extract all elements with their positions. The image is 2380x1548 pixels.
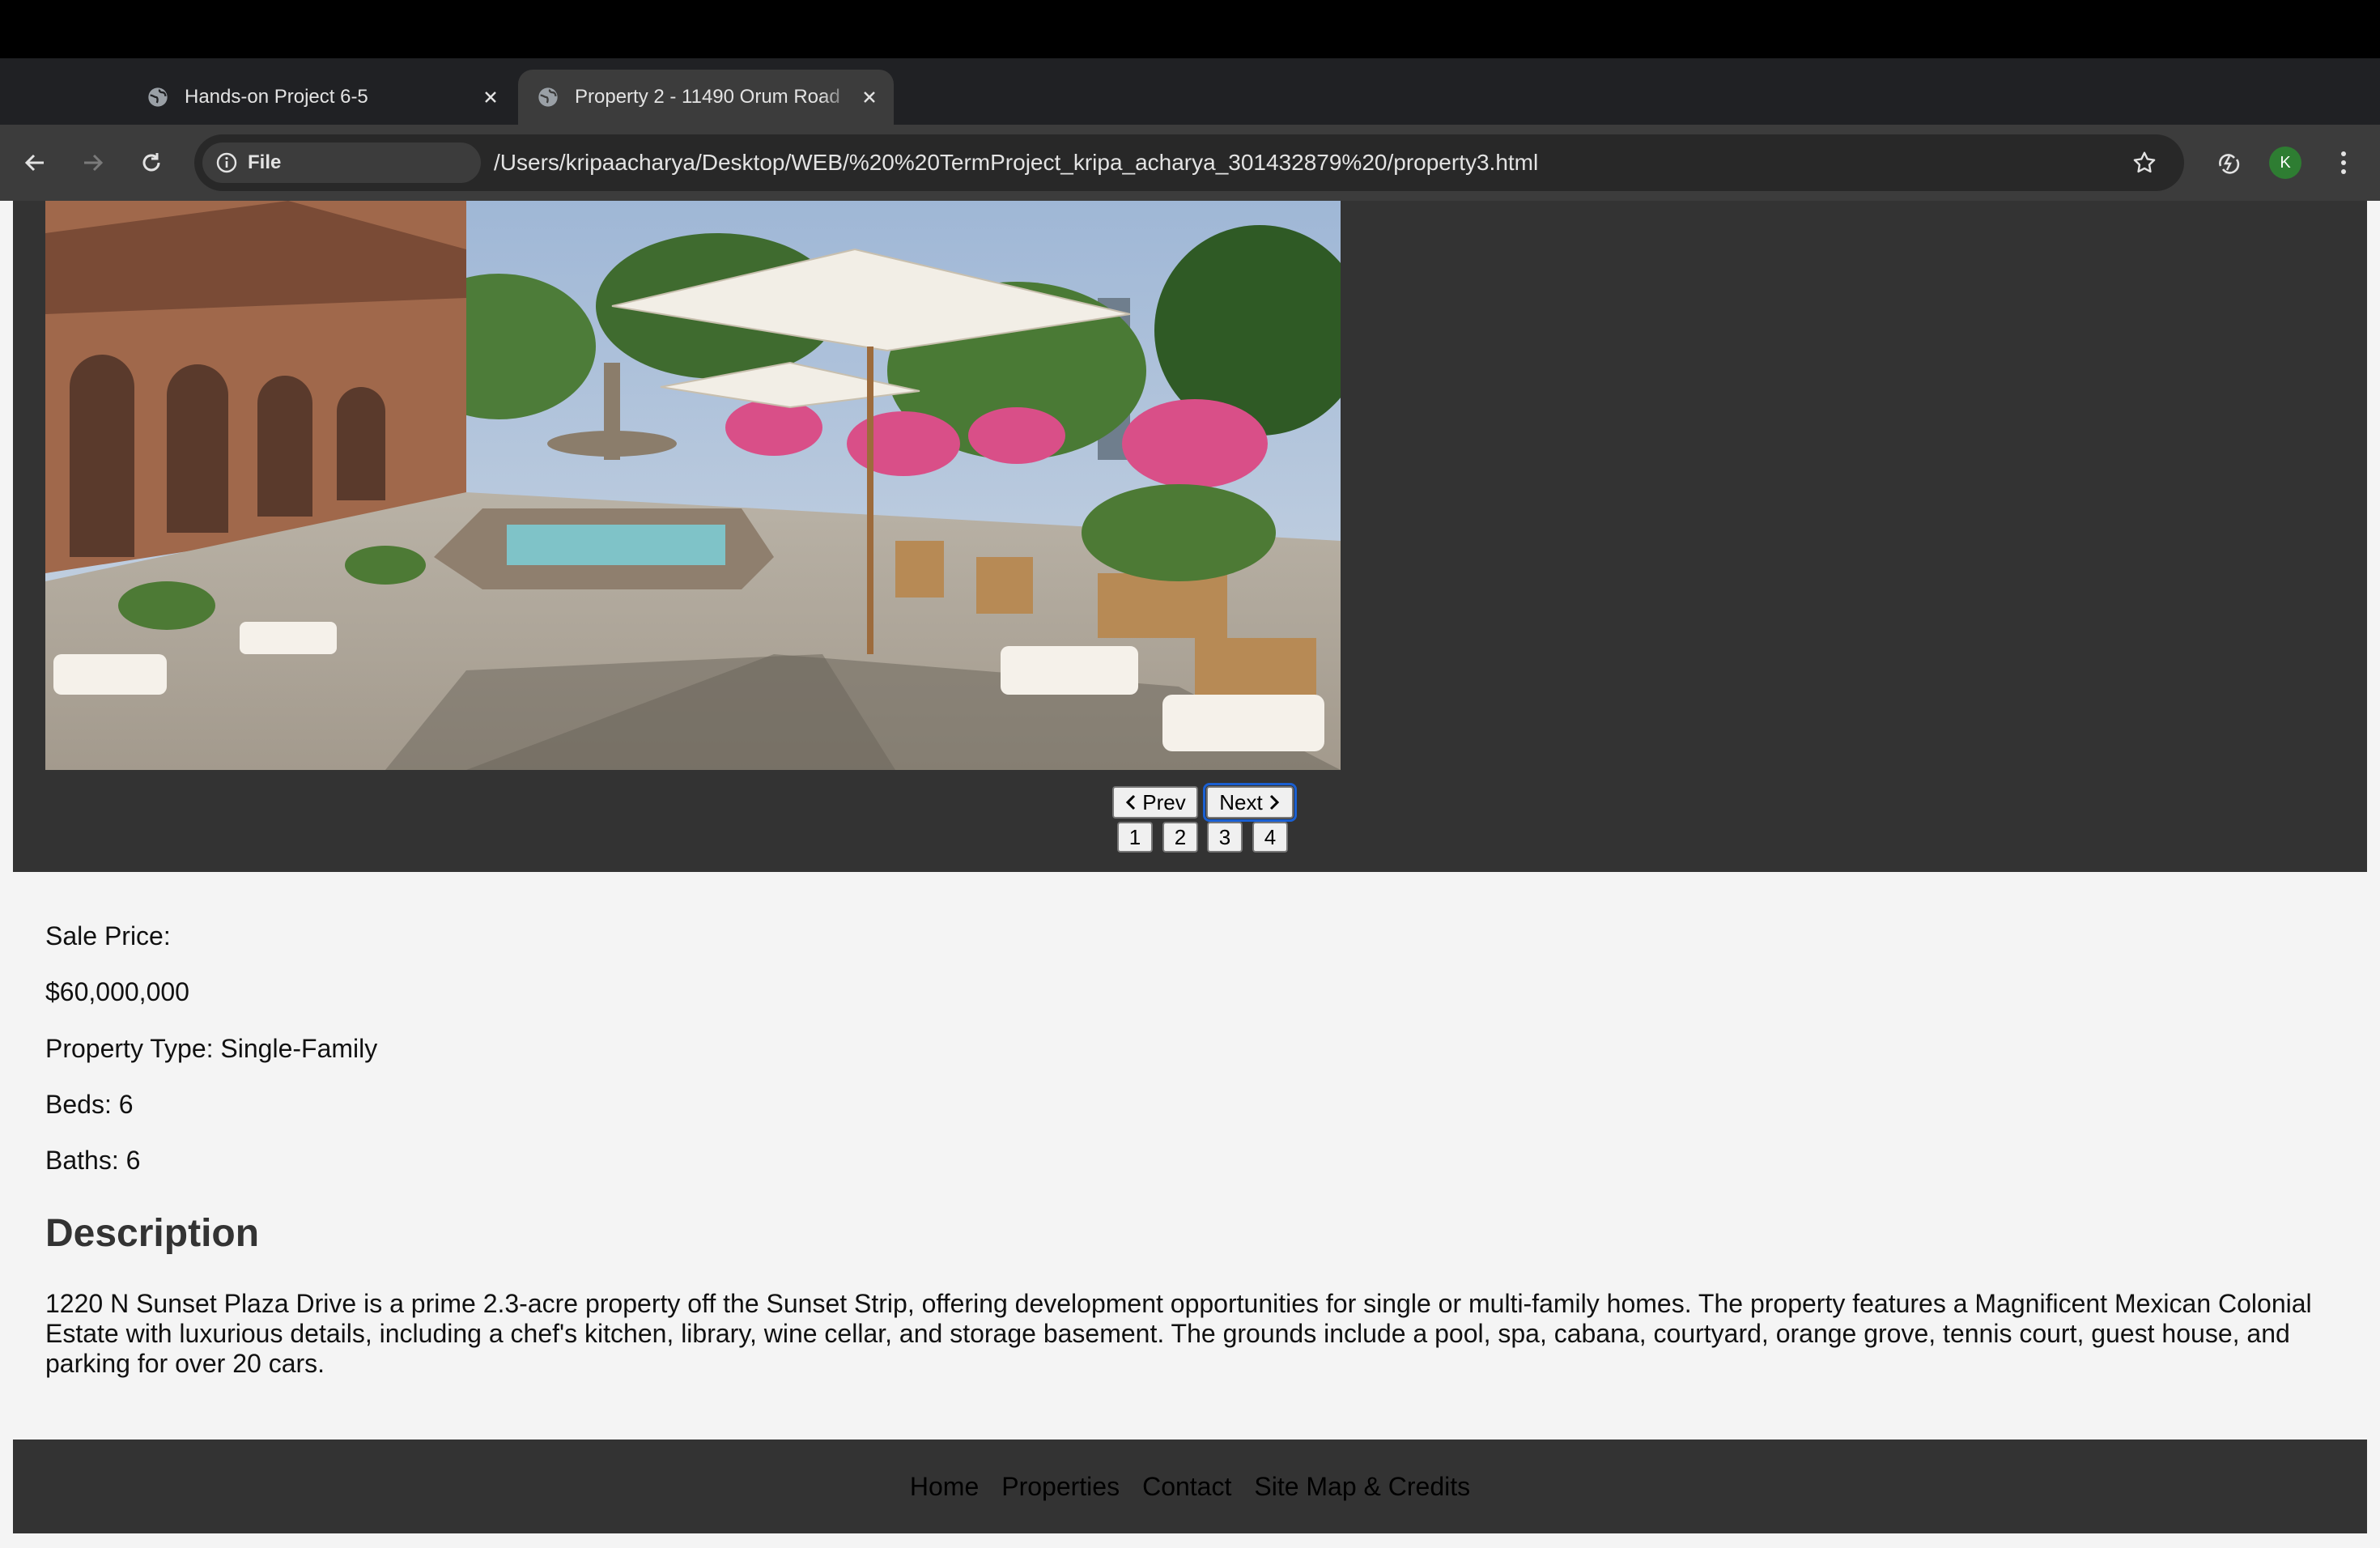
reload-button[interactable] bbox=[133, 144, 170, 181]
tab-title: Hands-on Project 6-5 bbox=[185, 86, 368, 108]
scheme-label: File bbox=[248, 151, 282, 173]
slide-3-button[interactable]: 3 bbox=[1207, 822, 1243, 853]
tab-strip: Hands-on Project 6-5 Property 2 - 11490 … bbox=[0, 58, 2380, 170]
bookmark-star-icon[interactable] bbox=[2126, 144, 2163, 181]
footer-link-home[interactable]: Home bbox=[910, 1472, 979, 1502]
system-top-bar bbox=[0, 0, 2380, 58]
chevron-left-icon bbox=[1126, 794, 1136, 810]
courtyard-image bbox=[45, 201, 1341, 770]
kebab-menu-icon[interactable] bbox=[2325, 144, 2362, 181]
baths-count: Baths: 6 bbox=[45, 1146, 141, 1175]
site-footer: Home Properties Contact Site Map & Credi… bbox=[13, 1440, 2367, 1533]
site-info-chip[interactable]: File bbox=[202, 142, 481, 183]
sale-price-label: Sale Price: bbox=[45, 921, 171, 950]
url-text[interactable]: /Users/kripaacharya/Desktop/WEB/%20%20Te… bbox=[494, 134, 1538, 191]
slide-1-button[interactable]: 1 bbox=[1117, 822, 1153, 853]
tab-title: Property 2 - 11490 Orum Road bbox=[575, 86, 853, 108]
footer-link-contact[interactable]: Contact bbox=[1142, 1472, 1231, 1502]
prev-button[interactable]: Prev bbox=[1112, 786, 1198, 819]
chevron-right-icon bbox=[1269, 794, 1279, 810]
description-heading: Description bbox=[45, 1212, 260, 1255]
globe-icon bbox=[146, 85, 170, 109]
globe-icon bbox=[536, 85, 560, 109]
page-viewport: Prev Next 1 2 3 4 Sale Price: $60,000,00… bbox=[0, 201, 2380, 1548]
arrow-left-icon bbox=[24, 154, 44, 172]
slide-2-button[interactable]: 2 bbox=[1162, 822, 1198, 853]
reload-icon bbox=[142, 153, 160, 172]
next-button[interactable]: Next bbox=[1203, 783, 1297, 822]
beds-count: Beds: 6 bbox=[45, 1090, 134, 1119]
footer-nav: Home Properties Contact Site Map & Credi… bbox=[13, 1440, 2367, 1533]
prev-label: Prev bbox=[1142, 789, 1186, 814]
forward-button[interactable] bbox=[74, 144, 112, 181]
performance-icon[interactable] bbox=[2210, 144, 2247, 181]
slide-4-button[interactable]: 4 bbox=[1252, 822, 1288, 853]
footer-link-site-map[interactable]: Site Map & Credits bbox=[1254, 1472, 1470, 1502]
next-label: Next bbox=[1219, 789, 1263, 814]
footer-link-properties[interactable]: Properties bbox=[1001, 1472, 1120, 1502]
browser-toolbar: File /Users/kripaacharya/Desktop/WEB/%20… bbox=[0, 125, 2380, 201]
tab-hands-on-project[interactable]: Hands-on Project 6-5 bbox=[130, 70, 515, 125]
close-icon[interactable] bbox=[474, 81, 507, 113]
info-icon bbox=[215, 151, 238, 174]
property-photo bbox=[45, 201, 1341, 770]
tab-property-2[interactable]: Property 2 - 11490 Orum Road bbox=[518, 70, 894, 125]
sale-price: $60,000,000 bbox=[45, 977, 189, 1006]
address-bar[interactable]: File /Users/kripaacharya/Desktop/WEB/%20… bbox=[194, 134, 2184, 191]
property-gallery: Prev Next 1 2 3 4 bbox=[13, 201, 2367, 872]
description-text: 1220 N Sunset Plaza Drive is a prime 2.3… bbox=[45, 1289, 2312, 1378]
property-type: Property Type: Single-Family bbox=[45, 1034, 378, 1063]
profile-avatar[interactable]: K bbox=[2269, 147, 2301, 179]
close-icon[interactable] bbox=[853, 81, 886, 113]
arrow-right-icon bbox=[84, 154, 104, 172]
back-button[interactable] bbox=[16, 144, 53, 181]
